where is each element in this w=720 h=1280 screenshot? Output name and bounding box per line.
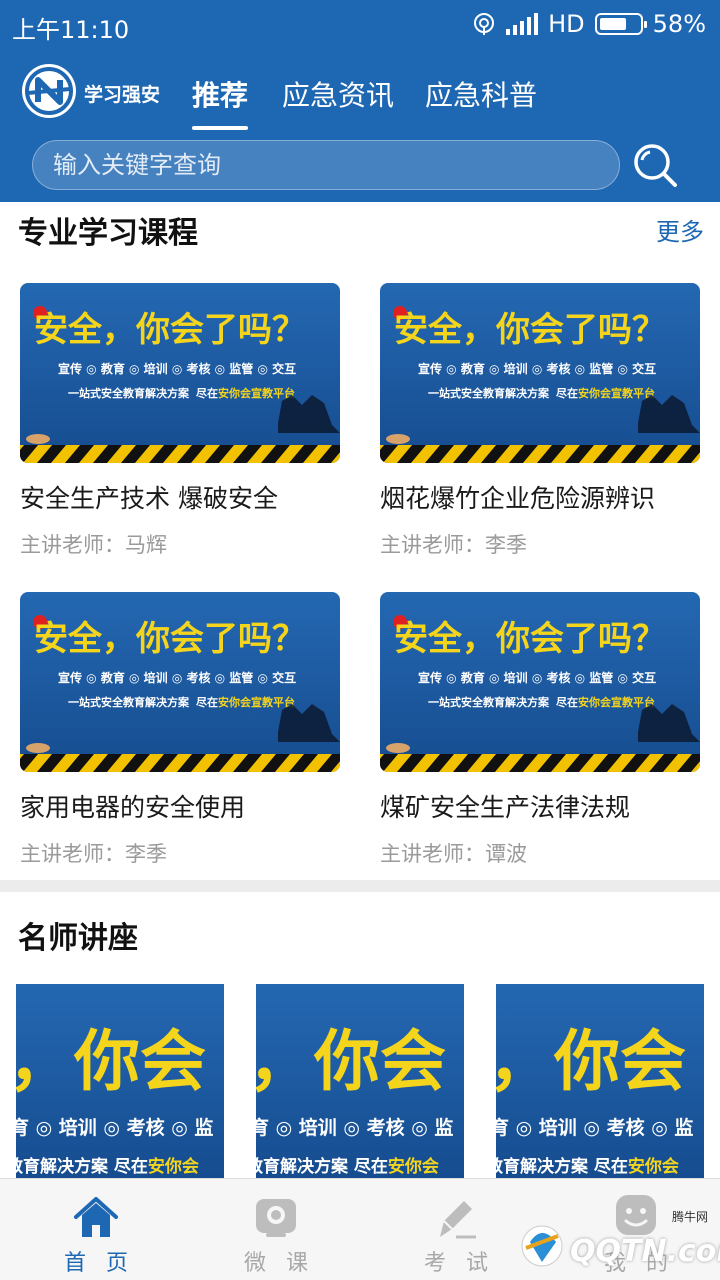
- lecture-card[interactable]: ，你会 育 ◎ 培训 ◎ 考核 ◎ 监 教育解决方案 尽在安你会: [496, 984, 704, 1180]
- status-bar: 上午11:10 HD 58%: [0, 0, 720, 50]
- svg-text:宣传 ◎ 教育 ◎ 培训 ◎ 考核 ◎ 监管 ◎ 交互: 宣传 ◎ 教育 ◎ 培训 ◎ 考核 ◎ 监管 ◎ 交互: [58, 361, 296, 376]
- svg-text:宣传 ◎ 教育 ◎ 培训 ◎ 考核 ◎ 监管 ◎ 交互: 宣传 ◎ 教育 ◎ 培训 ◎ 考核 ◎ 监管 ◎ 交互: [58, 670, 296, 685]
- course-teacher: 主讲老师：李季: [380, 533, 527, 557]
- hotspot-icon: [474, 13, 495, 35]
- course-card[interactable]: 安全，你会了吗？ 宣传 ◎ 教育 ◎ 培训 ◎ 考核 ◎ 监管 ◎ 交互 一站式…: [20, 283, 340, 559]
- svg-text:一站式安全教育解决方案: 一站式安全教育解决方案: [68, 695, 190, 709]
- tab-emergency-science[interactable]: 应急科普: [425, 74, 537, 114]
- nav-microcourse[interactable]: 微课: [186, 1179, 366, 1280]
- svg-text:教育解决方案 尽在安你会: 教育解决方案 尽在安你会: [16, 1156, 199, 1177]
- course-title: 安全生产技术 爆破安全: [20, 484, 278, 513]
- course-thumbnail: 安全，你会了吗？ 宣传 ◎ 教育 ◎ 培训 ◎ 考核 ◎ 监管 ◎ 交互 一站式…: [20, 592, 340, 772]
- nav-home-label: 首页: [63, 1251, 148, 1276]
- tab-emergency-news[interactable]: 应急资讯: [282, 74, 394, 114]
- nav-microcourse-label: 微课: [243, 1251, 328, 1276]
- courses-section-title: 专业学习课程: [18, 216, 198, 251]
- course-card[interactable]: 安全，你会了吗？ 宣传 ◎ 教育 ◎ 培训 ◎ 考核 ◎ 监管 ◎ 交互 一站式…: [380, 592, 700, 868]
- course-thumbnail: 安全，你会了吗？ 宣传 ◎ 教育 ◎ 培训 ◎ 考核 ◎ 监管 ◎ 交互 一站式…: [380, 283, 700, 463]
- tab-recommend[interactable]: 推荐: [192, 74, 248, 114]
- svg-text:尽在安你会宣教平台: 尽在安你会宣教平台: [196, 695, 295, 709]
- svg-text:尽在安你会宣教平台: 尽在安你会宣教平台: [196, 386, 295, 400]
- status-indicators: HD 58%: [472, 10, 706, 38]
- course-card[interactable]: 安全，你会了吗？ 宣传 ◎ 教育 ◎ 培训 ◎ 考核 ◎ 监管 ◎ 交互 一站式…: [20, 592, 340, 868]
- app-header: 上午11:10 HD 58% 学习强安 推荐 应急资讯 应急科普: [0, 0, 720, 202]
- svg-text:教育解决方案 尽在安你会: 教育解决方案 尽在安你会: [256, 1156, 439, 1177]
- course-thumbnail: 安全，你会了吗？ 宣传 ◎ 教育 ◎ 培训 ◎ 考核 ◎ 监管 ◎ 交互 一站式…: [20, 283, 340, 463]
- svg-text:尽在安你会宣教平台: 尽在安你会宣教平台: [556, 695, 655, 709]
- svg-text:育 ◎ 培训 ◎ 考核 ◎ 监: 育 ◎ 培训 ◎ 考核 ◎ 监: [256, 1116, 453, 1139]
- lecture-thumbnail: ，你会 育 ◎ 培训 ◎ 考核 ◎ 监 教育解决方案 尽在安你会: [496, 984, 704, 1180]
- svg-text:安全，你会了吗？: 安全，你会了吗？: [394, 310, 666, 350]
- app-logo-icon: [22, 64, 76, 118]
- svg-text:安全，你会了吗？: 安全，你会了吗？: [34, 619, 306, 659]
- course-teacher: 主讲老师：马辉: [20, 533, 167, 557]
- svg-text:，你会: ，你会: [496, 1023, 686, 1100]
- svg-text:一站式安全教育解决方案: 一站式安全教育解决方案: [68, 386, 190, 400]
- svg-text:，你会: ，你会: [16, 1023, 206, 1100]
- status-time: 上午11:10: [12, 16, 130, 44]
- watermark-text: QQTN.com: [570, 1234, 720, 1269]
- section-divider: [0, 880, 720, 892]
- course-card[interactable]: 安全，你会了吗？ 宣传 ◎ 教育 ◎ 培训 ◎ 考核 ◎ 监管 ◎ 交互 一站式…: [380, 283, 700, 559]
- svg-text:，你会: ，你会: [256, 1023, 446, 1100]
- svg-text:安全，你会了吗？: 安全，你会了吗？: [34, 310, 306, 350]
- course-teacher: 主讲老师：谭波: [380, 842, 527, 866]
- network-type: HD: [548, 10, 585, 38]
- course-teacher: 主讲老师：李季: [20, 842, 167, 866]
- signal-icon: [506, 13, 539, 35]
- battery-level: 58%: [652, 10, 706, 38]
- search-box: [32, 140, 620, 190]
- course-title: 家用电器的安全使用: [20, 793, 246, 822]
- course-title: 煤矿安全生产法律法规: [380, 793, 631, 822]
- courses-more-link[interactable]: 更多: [656, 212, 704, 247]
- lecture-thumbnail: ，你会 育 ◎ 培训 ◎ 考核 ◎ 监 教育解决方案 尽在安你会: [256, 984, 464, 1180]
- active-tab-indicator: [192, 126, 248, 130]
- brand-name: 学习强安: [84, 84, 161, 106]
- search-input[interactable]: [33, 141, 619, 189]
- svg-text:教育解决方案 尽在安你会: 教育解决方案 尽在安你会: [496, 1156, 679, 1177]
- lecture-card[interactable]: ，你会 育 ◎ 培训 ◎ 考核 ◎ 监 教育解决方案 尽在安你会: [256, 984, 464, 1180]
- lectures-section-title: 名师讲座: [18, 921, 138, 956]
- svg-text:尽在安你会宣教平台: 尽在安你会宣教平台: [556, 386, 655, 400]
- course-thumbnail: 安全，你会了吗？ 宣传 ◎ 教育 ◎ 培训 ◎ 考核 ◎ 监管 ◎ 交互 一站式…: [380, 592, 700, 772]
- svg-text:宣传 ◎ 教育 ◎ 培训 ◎ 考核 ◎ 监管 ◎ 交互: 宣传 ◎ 教育 ◎ 培训 ◎ 考核 ◎ 监管 ◎ 交互: [418, 670, 656, 685]
- battery-icon: [594, 13, 647, 35]
- svg-text:育 ◎ 培训 ◎ 考核 ◎ 监: 育 ◎ 培训 ◎ 考核 ◎ 监: [496, 1116, 693, 1139]
- svg-text:一站式安全教育解决方案: 一站式安全教育解决方案: [428, 695, 550, 709]
- course-title: 烟花爆竹企业危险源辨识: [380, 484, 656, 513]
- svg-text:安全，你会了吗？: 安全，你会了吗？: [394, 619, 666, 659]
- lecture-card[interactable]: ，你会 育 ◎ 培训 ◎ 考核 ◎ 监 教育解决方案 尽在安你会: [16, 984, 224, 1180]
- home-icon: [74, 1197, 118, 1237]
- lecture-thumbnail: ，你会 育 ◎ 培训 ◎ 考核 ◎ 监 教育解决方案 尽在安你会: [16, 984, 224, 1180]
- svg-text:宣传 ◎ 教育 ◎ 培训 ◎ 考核 ◎ 监管 ◎ 交互: 宣传 ◎ 教育 ◎ 培训 ◎ 考核 ◎ 监管 ◎ 交互: [418, 361, 656, 376]
- pen-icon: [440, 1201, 476, 1239]
- svg-text:育 ◎ 培训 ◎ 考核 ◎ 监: 育 ◎ 培训 ◎ 考核 ◎ 监: [16, 1116, 213, 1139]
- search-icon[interactable]: [630, 140, 680, 190]
- camera-icon: [256, 1199, 296, 1237]
- svg-text:一站式安全教育解决方案: 一站式安全教育解决方案: [428, 386, 550, 400]
- nav-home[interactable]: 首页: [6, 1179, 186, 1280]
- watermark-small-text: 腾牛网: [672, 1210, 709, 1224]
